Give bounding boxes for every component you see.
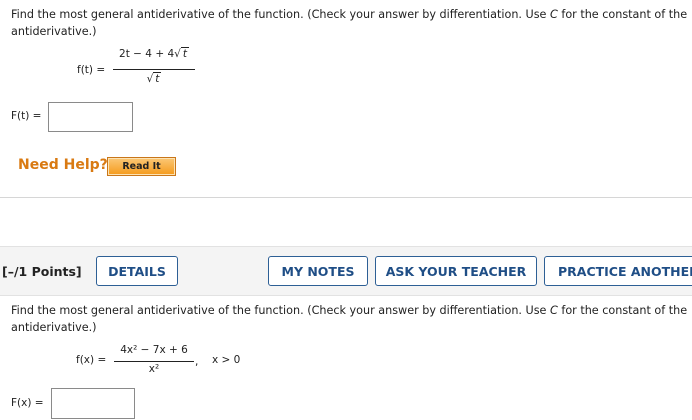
problem1-instructions: Find the most general antiderivative of … (11, 6, 689, 40)
sqrt-symbol-icon: √ (174, 48, 181, 60)
section-divider (0, 197, 692, 198)
problem1-answer-label: F(t) = (11, 110, 42, 122)
problem2-instruction-line2: antiderivative.) (11, 321, 97, 334)
problem2-fraction: 4x² − 7x + 6 x² (114, 344, 194, 382)
problem2-instruction-text-cont: for the constant of the (561, 304, 688, 317)
problem1-function-label: f(t) = (77, 64, 106, 76)
problem2-instructions: Find the most general antiderivative of … (11, 302, 689, 336)
problem1-denominator: √ t (113, 72, 195, 85)
problem2-constant-symbol: C (550, 304, 558, 317)
my-notes-button[interactable]: MY NOTES (268, 256, 368, 286)
problem1-fraction: 2t − 4 + 4√ t √ t (113, 47, 195, 90)
problem2-numerator: 4x² − 7x + 6 (120, 344, 188, 356)
problem1-denominator-radicand: t (153, 72, 162, 85)
practice-another-button[interactable]: PRACTICE ANOTHER (544, 256, 692, 286)
problem2-instruction-text: Find the most general antiderivative of … (11, 304, 547, 317)
problem2-denominator: x² (148, 363, 160, 375)
problem1-numerator: 2t − 4 + 4√ t (113, 47, 195, 60)
ask-teacher-button[interactable]: ASK YOUR TEACHER (375, 256, 537, 286)
problem2-answer-input[interactable] (51, 388, 135, 419)
read-it-button[interactable]: Read It (107, 157, 176, 176)
problem2-trailing-comma: , (195, 356, 199, 368)
problem1-numerator-radicand: t (180, 47, 189, 60)
problem2-answer-label: F(x) = (11, 397, 44, 409)
problem2-function-label: f(x) = (76, 354, 107, 366)
problem1-answer-input[interactable] (48, 102, 133, 132)
problem1-instruction-text: Find the most general antiderivative of … (11, 8, 547, 21)
problem2-points-label: [–/1 Points] (2, 264, 82, 279)
need-help-label: Need Help? (18, 157, 108, 173)
problem2-domain-condition: x > 0 (212, 354, 241, 366)
problem1-numerator-text: 2t − 4 + 4 (119, 48, 175, 60)
problem1-fraction-bar (113, 69, 195, 70)
details-button[interactable]: DETAILS (96, 256, 178, 286)
problem2-fraction-bar (114, 361, 194, 362)
problem1-constant-symbol: C (550, 8, 558, 21)
problem1-instruction-text-cont: for the constant of the (561, 8, 688, 21)
problem1-instruction-line2: antiderivative.) (11, 25, 97, 38)
